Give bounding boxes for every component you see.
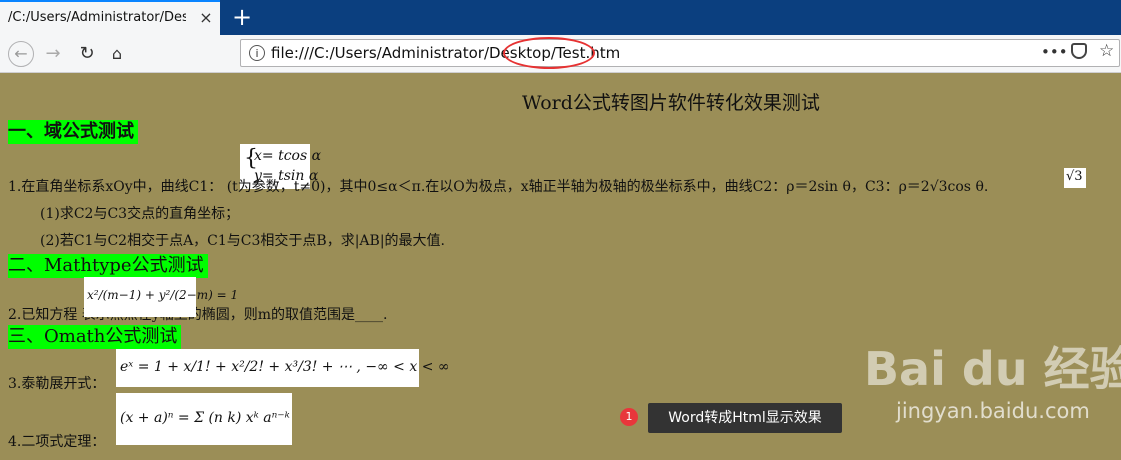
tab-bar: /C:/Users/Administrator/Desktop/Test.htm… [0, 0, 1121, 35]
tab-title: /C:/Users/Administrator/Desktop/Test.htm [8, 10, 186, 25]
section-heading-mathtype: 二、Mathtype公式测试 [8, 254, 208, 278]
formula-taylor-text: eˣ = 1 + x/1! + x²/2! + x³/3! + ⋯ , −∞ <… [120, 359, 450, 375]
highlight-circle [503, 37, 595, 69]
new-tab-button[interactable]: + [230, 2, 254, 32]
section-heading-field: 一、域公式测试 [8, 120, 138, 144]
formula-binomial: (x + a)ⁿ = Σ (n k) xᵏ aⁿ⁻ᵏ [116, 393, 292, 445]
formula-param-x: x= tcos α [254, 148, 322, 164]
question-3: 3.泰勒展开式： [8, 376, 106, 392]
formula-sqrt3-text: √3 [1066, 169, 1083, 184]
formula-taylor: eˣ = 1 + x/1! + x²/2! + x³/3! + ⋯ , −∞ <… [116, 349, 450, 387]
url-bar[interactable]: i file:///C:/Users/Administrator/Desktop… [240, 37, 1120, 69]
section-heading-omath: 三、Omath公式测试 [8, 325, 182, 349]
bookmark-star-icon[interactable]: ☆ [1099, 41, 1114, 61]
page-content: Word公式转图片软件转化效果测试 一、域公式测试 { x= tcos α y=… [0, 73, 1121, 460]
formula-sqrt3: √3 [1064, 168, 1086, 188]
question-2: 2.已知方程 表示焦点在y轴上的椭圆，则m的取值范围是____. [8, 307, 388, 323]
baidu-logo-watermark: Bai du 经验 [864, 342, 1121, 396]
step-badge: 1 [620, 408, 638, 426]
formula-binomial-text: (x + a)ⁿ = Σ (n k) xᵏ aⁿ⁻ᵏ [120, 410, 290, 426]
question-1-part-1: (1)求C2与C3交点的直角坐标； [40, 206, 240, 222]
pocket-icon[interactable] [1071, 43, 1087, 59]
tab-active[interactable]: /C:/Users/Administrator/Desktop/Test.htm… [0, 0, 220, 35]
reload-button[interactable]: ↻ [74, 41, 100, 67]
question-1: 1.在直角坐标系xOy中，曲线C1： (t为参数，t≠0)，其中0≤α＜π.在以… [8, 179, 989, 195]
formula-ellipse-text: x²/(m−1) + y²/(2−m) = 1 [87, 288, 239, 302]
home-button[interactable]: ⌂ [104, 41, 130, 67]
document-title: Word公式转图片软件转化效果测试 [522, 92, 820, 114]
forward-button[interactable]: → [40, 41, 66, 67]
navigation-toolbar: ← → ↻ ⌂ i file:///C:/Users/Administrator… [0, 35, 1121, 73]
formula-ellipse: x²/(m−1) + y²/(2−m) = 1 [84, 277, 238, 317]
close-tab-icon[interactable]: × [196, 8, 216, 28]
question-1-part-2: (2)若C1与C2相交于点A，C1与C3相交于点B，求|AB|的最大值. [40, 233, 445, 249]
watermark-url: jingyan.baidu.com [896, 399, 1090, 423]
question-4: 4.二项式定理： [8, 434, 106, 450]
back-button[interactable]: ← [8, 41, 34, 67]
info-icon[interactable]: i [249, 45, 265, 61]
more-actions-icon[interactable]: ••• [1041, 43, 1068, 61]
caption-label: Word转成Html显示效果 [648, 403, 842, 433]
